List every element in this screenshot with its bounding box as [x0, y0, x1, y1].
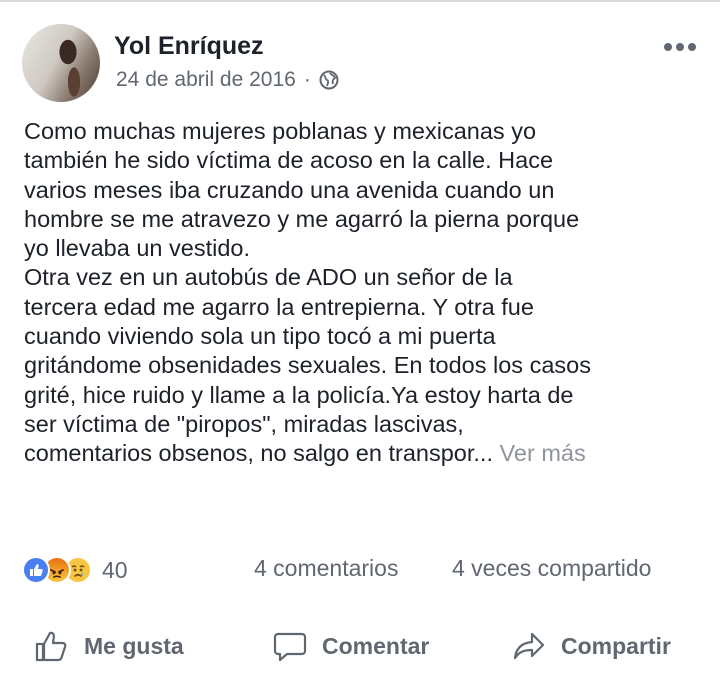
post-text-line: yo llevaba un vestido.	[24, 235, 251, 262]
comment-button[interactable]: Comentar	[272, 626, 429, 666]
more-dot	[688, 43, 696, 51]
top-divider	[0, 0, 720, 2]
more-options-icon[interactable]	[664, 40, 698, 54]
meta-separator: ·	[303, 68, 311, 91]
shares-count[interactable]: 4 veces compartido	[452, 555, 651, 582]
post-text-line: ser víctima de "piropos", miradas lasciv…	[24, 410, 464, 437]
comment-icon	[273, 632, 307, 662]
post-text-line: Como muchas mujeres poblanas y mexicanas…	[24, 118, 537, 144]
reactions-summary[interactable]: 40	[22, 555, 128, 585]
reaction-count: 40	[102, 556, 128, 583]
post-text-line: varios meses iba cruzando una avenida cu…	[24, 176, 555, 203]
post-text-last-line: comentarios obsenos, no salgo en transpo…	[24, 439, 704, 468]
post-text-line: gritándome obsenidades sexuales. En todo…	[24, 352, 591, 379]
post-text-line: comentarios obsenos, no salgo en transpo…	[24, 440, 493, 467]
post-meta: 24 de abril de 2016 ·	[116, 68, 339, 92]
post-text-line: grité, hice ruido y llame a la policía.Y…	[24, 381, 574, 408]
like-button[interactable]: Me gusta	[34, 626, 184, 666]
globe-icon[interactable]	[319, 70, 339, 90]
share-label: Compartir	[561, 632, 671, 659]
share-button[interactable]: Compartir	[511, 626, 671, 666]
post-date[interactable]: 24 de abril de 2016	[116, 68, 296, 92]
post-text-line: hombre se me atravezo y me agarró la pie…	[24, 205, 580, 232]
like-icon	[22, 556, 50, 584]
thumbs-up-icon	[35, 631, 67, 662]
more-dot	[676, 43, 684, 51]
author-name[interactable]: Yol Enríquez	[114, 32, 264, 61]
more-dot	[664, 43, 672, 51]
see-more-link[interactable]: Ver más	[500, 440, 586, 466]
post-text-line: también he sido víctima de acoso en la c…	[24, 147, 554, 174]
post-text: Como muchas mujeres poblanas y mexicanas…	[24, 117, 704, 469]
share-icon	[513, 632, 545, 660]
post-text-line: cuando viviendo sola un tipo tocó a mi p…	[24, 323, 496, 350]
comments-count[interactable]: 4 comentarios	[254, 555, 398, 582]
comment-label: Comentar	[322, 632, 430, 659]
post-text-line: tercera edad me agarro la entrepierna. Y…	[24, 293, 534, 320]
avatar[interactable]	[22, 24, 100, 102]
like-label: Me gusta	[84, 632, 184, 659]
post-text-line: Otra vez en un autobús de ADO un señor d…	[24, 264, 513, 291]
